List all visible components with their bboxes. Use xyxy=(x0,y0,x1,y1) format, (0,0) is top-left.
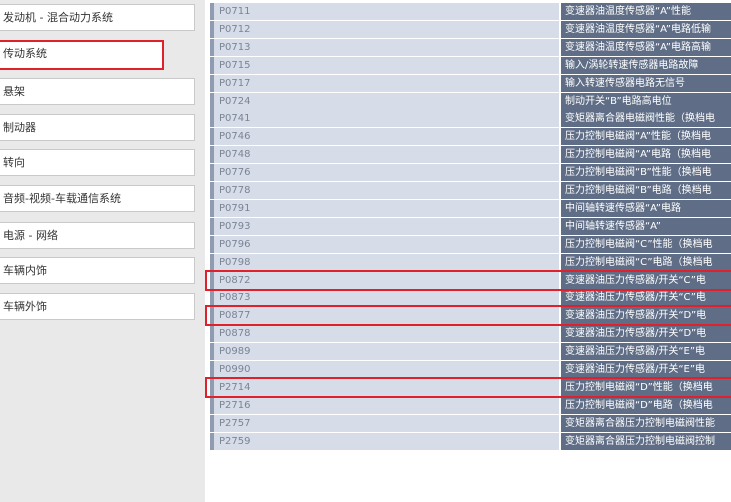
dtc-row[interactable]: P0990 变速器油压力传感器/开关“E”电 xyxy=(205,361,731,378)
dtc-description: 变速器油压力传感器/开关“D”电 xyxy=(561,307,731,324)
dtc-code: P0713 xyxy=(210,39,559,56)
dtc-code: P0776 xyxy=(210,164,559,181)
dtc-description: 变矩器离合器压力控制电磁阀性能 xyxy=(561,415,731,432)
dtc-code: P0746 xyxy=(210,128,559,145)
sidebar-item-exterior[interactable]: 车辆外饰 xyxy=(0,293,195,320)
dtc-code: P0748 xyxy=(210,146,559,163)
dtc-list: P0711 变速器油温度传感器“A”性能 P0712 变速器油温度传感器“A”电路低输… xyxy=(205,0,731,502)
dtc-code: P0872 xyxy=(210,272,559,289)
dtc-description: 压力控制电磁阀“C”电路（换档电 xyxy=(561,254,731,271)
dtc-code: P0990 xyxy=(210,361,559,378)
dtc-code: P0741 xyxy=(210,110,559,127)
dtc-row[interactable]: P0877 变速器油压力传感器/开关“D”电 xyxy=(205,307,731,324)
dtc-code: P0791 xyxy=(210,200,559,217)
dtc-code: P0873 xyxy=(210,289,559,306)
dtc-description: 变速器油压力传感器/开关“C”电 xyxy=(561,272,731,289)
dtc-code: P0724 xyxy=(210,93,559,110)
dtc-row[interactable]: P0873 变速器油压力传感器/开关“C”电 xyxy=(205,289,731,306)
dtc-code: P2716 xyxy=(210,397,559,414)
dtc-row[interactable]: P0872 变速器油压力传感器/开关“C”电 xyxy=(205,272,731,289)
dtc-row[interactable]: P0778 压力控制电磁阀“B”电路（换档电 xyxy=(205,182,731,199)
dtc-row[interactable]: P0712 变速器油温度传感器“A”电路低输 xyxy=(205,21,731,38)
sidebar-item-audio-video-telematics[interactable]: 音频-视频-车载通信系统 xyxy=(0,185,195,212)
dtc-description: 输入/涡轮转速传感器电路故障 xyxy=(561,57,731,74)
dtc-row[interactable]: P0711 变速器油温度传感器“A”性能 xyxy=(205,3,731,20)
dtc-code: P0715 xyxy=(210,57,559,74)
dtc-description: 压力控制电磁阀“A”电路（换档电 xyxy=(561,146,731,163)
dtc-row[interactable]: P0724 制动开关“B”电路高电位 xyxy=(205,93,731,110)
dtc-row[interactable]: P2759 变矩器离合器压力控制电磁阀控制 xyxy=(205,433,731,450)
dtc-description: 压力控制电磁阀“A”性能（换档电 xyxy=(561,128,731,145)
dtc-row[interactable]: P0798 压力控制电磁阀“C”电路（换档电 xyxy=(205,254,731,271)
dtc-description: 压力控制电磁阀“B”性能（换档电 xyxy=(561,164,731,181)
dtc-description: 变矩器离合器压力控制电磁阀控制 xyxy=(561,433,731,450)
dtc-code: P2757 xyxy=(210,415,559,432)
dtc-description: 压力控制电磁阀“B”电路（换档电 xyxy=(561,182,731,199)
dtc-row[interactable]: P0741 变矩器离合器电磁阀性能（换档电 xyxy=(205,110,731,127)
dtc-description: 压力控制电磁阀“D”电路（换档电 xyxy=(561,397,731,414)
dtc-code: P0796 xyxy=(210,236,559,253)
dtc-description: 变矩器离合器电磁阀性能（换档电 xyxy=(561,110,731,127)
dtc-code: P0778 xyxy=(210,182,559,199)
dtc-description: 压力控制电磁阀“C”性能（换档电 xyxy=(561,236,731,253)
sidebar-item-engine-hybrid[interactable]: 发动机 - 混合动力系统 xyxy=(0,4,195,31)
dtc-row[interactable]: P0796 压力控制电磁阀“C”性能（换档电 xyxy=(205,236,731,253)
dtc-code: P2714 xyxy=(210,379,559,396)
sidebar-item-power-network[interactable]: 电源 - 网络 xyxy=(0,222,195,249)
sidebar-item-drivetrain[interactable]: 传动系统 xyxy=(0,40,164,70)
dtc-description: 中间轴转速传感器“A”电路 xyxy=(561,200,731,217)
dtc-description: 变速器油温度传感器“A”性能 xyxy=(561,3,731,20)
dtc-row[interactable]: P0715 输入/涡轮转速传感器电路故障 xyxy=(205,57,731,74)
dtc-row[interactable]: P0793 中间轴转速传感器“A” xyxy=(205,218,731,235)
dtc-code: P0712 xyxy=(210,21,559,38)
dtc-row[interactable]: P2716 压力控制电磁阀“D”电路（换档电 xyxy=(205,397,731,414)
sidebar-item-interior[interactable]: 车辆内饰 xyxy=(0,257,195,284)
dtc-row[interactable]: P0748 压力控制电磁阀“A”电路（换档电 xyxy=(205,146,731,163)
dtc-code: P0877 xyxy=(210,307,559,324)
system-category-sidebar: 发动机 - 混合动力系统 传动系统 悬架 制动器 转向 音频-视频-车载通信系统… xyxy=(0,0,205,502)
dtc-description: 变速器油压力传感器/开关“C”电 xyxy=(561,289,731,306)
dtc-code: P2759 xyxy=(210,433,559,450)
dtc-code: P0878 xyxy=(210,325,559,342)
dtc-code: P0711 xyxy=(210,3,559,20)
dtc-description: 输入转速传感器电路无信号 xyxy=(561,75,731,92)
dtc-row[interactable]: P0776 压力控制电磁阀“B”性能（换档电 xyxy=(205,164,731,181)
dtc-code: P0717 xyxy=(210,75,559,92)
dtc-row[interactable]: P2757 变矩器离合器压力控制电磁阀性能 xyxy=(205,415,731,432)
dtc-description: 变速器油温度传感器“A”电路低输 xyxy=(561,21,731,38)
dtc-description: 变速器油压力传感器/开关“E”电 xyxy=(561,361,731,378)
dtc-description: 压力控制电磁阀“D”性能（换档电 xyxy=(561,379,731,396)
sidebar-item-brakes[interactable]: 制动器 xyxy=(0,114,195,141)
dtc-code: P0798 xyxy=(210,254,559,271)
dtc-code: P0793 xyxy=(210,218,559,235)
dtc-row[interactable]: P0746 压力控制电磁阀“A”性能（换档电 xyxy=(205,128,731,145)
dtc-description: 变速器油压力传感器/开关“D”电 xyxy=(561,325,731,342)
dtc-row[interactable]: P0791 中间轴转速传感器“A”电路 xyxy=(205,200,731,217)
sidebar-item-suspension[interactable]: 悬架 xyxy=(0,78,195,105)
dtc-row[interactable]: P2714 压力控制电磁阀“D”性能（换档电 xyxy=(205,379,731,396)
dtc-description: 制动开关“B”电路高电位 xyxy=(561,93,731,110)
dtc-row[interactable]: P0878 变速器油压力传感器/开关“D”电 xyxy=(205,325,731,342)
dtc-row[interactable]: P0717 输入转速传感器电路无信号 xyxy=(205,75,731,92)
sidebar-item-steering[interactable]: 转向 xyxy=(0,149,195,176)
dtc-description: 变速器油温度传感器“A”电路高输 xyxy=(561,39,731,56)
dtc-description: 中间轴转速传感器“A” xyxy=(561,218,731,235)
dtc-description: 变速器油压力传感器/开关“E”电 xyxy=(561,343,731,360)
dtc-row[interactable]: P0989 变速器油压力传感器/开关“E”电 xyxy=(205,343,731,360)
dtc-row[interactable]: P0713 变速器油温度传感器“A”电路高输 xyxy=(205,39,731,56)
dtc-code: P0989 xyxy=(210,343,559,360)
